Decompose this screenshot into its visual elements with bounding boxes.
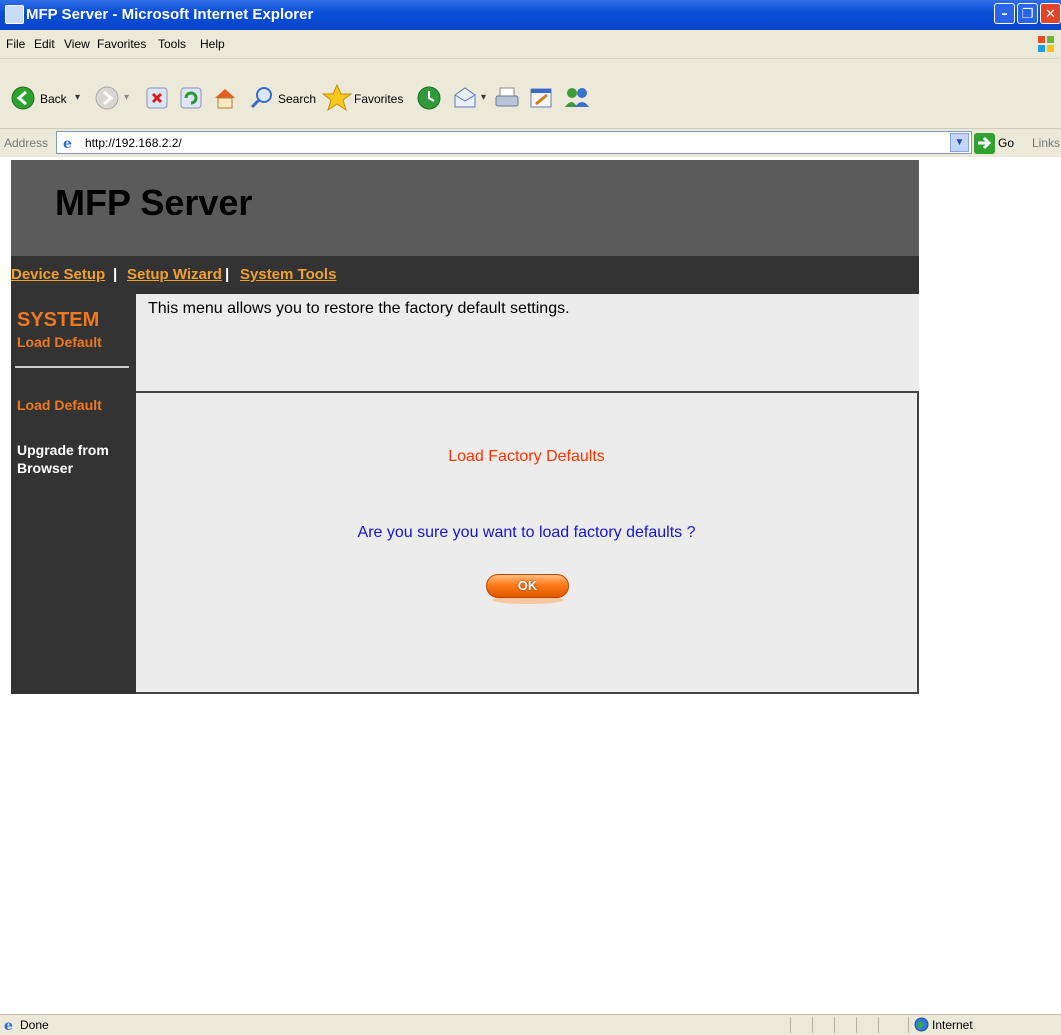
refresh-icon[interactable] <box>180 87 202 109</box>
sidebar-section-title: SYSTEM <box>17 309 100 331</box>
status-divider <box>812 1017 813 1033</box>
page-scrollbar[interactable] <box>1042 158 1061 1014</box>
internet-globe-icon <box>914 1017 929 1032</box>
status-divider <box>834 1017 835 1033</box>
page-banner: MFP Server <box>11 160 919 256</box>
status-divider <box>790 1017 791 1033</box>
favorites-button-label[interactable]: Favorites <box>354 92 403 106</box>
svg-text:e: e <box>4 1018 13 1032</box>
status-bar: e Done Internet <box>0 1014 1061 1035</box>
address-dropdown-icon[interactable]: ▼ <box>950 133 969 152</box>
status-divider <box>878 1017 879 1033</box>
menu-favorites[interactable]: Favorites <box>97 37 146 51</box>
nav-separator: | <box>225 266 230 283</box>
go-button-label[interactable]: Go <box>998 136 1014 150</box>
menu-view[interactable]: View <box>64 37 90 51</box>
close-button[interactable]: ✕ <box>1040 3 1061 24</box>
forward-arrow-icon[interactable] <box>95 86 119 110</box>
description-panel: This menu allows you to restore the fact… <box>136 294 919 393</box>
go-arrow-icon[interactable] <box>974 133 995 154</box>
status-divider <box>908 1017 909 1033</box>
nav-separator: | <box>113 266 118 283</box>
back-arrow-icon[interactable] <box>11 86 35 110</box>
main-panel: Load Factory Defaults Are you sure you w… <box>136 393 919 694</box>
windows-logo-icon <box>1038 36 1054 52</box>
history-icon[interactable] <box>416 85 442 111</box>
security-zone-label: Internet <box>932 1018 973 1032</box>
menu-help[interactable]: Help <box>200 37 225 51</box>
address-input[interactable]: e http://192.168.2.2/ ▼ <box>56 131 972 154</box>
nav-setup-wizard[interactable]: Setup Wizard <box>127 266 222 283</box>
home-icon[interactable] <box>212 85 238 111</box>
forward-dropdown-icon[interactable]: ▾ <box>124 92 129 103</box>
ie-page-icon: e <box>61 135 78 150</box>
menu-file[interactable]: File <box>6 37 25 51</box>
top-nav: Device Setup | Setup Wizard | System Too… <box>11 256 919 294</box>
ie-page-icon: e <box>4 1018 13 1032</box>
status-divider <box>856 1017 857 1033</box>
print-icon[interactable] <box>494 85 520 111</box>
window-title: MFP Server - Microsoft Internet Explorer <box>26 6 314 23</box>
restore-button[interactable]: ❐ <box>1017 3 1038 24</box>
section-heading: Load Factory Defaults <box>448 448 605 465</box>
confirm-question: Are you sure you want to load factory de… <box>357 524 696 541</box>
ok-button[interactable]: OK <box>486 574 569 598</box>
stop-icon[interactable] <box>146 87 168 109</box>
banner-title: MFP Server <box>55 182 253 223</box>
search-button-label[interactable]: Search <box>278 92 316 106</box>
nav-system-tools[interactable]: System Tools <box>240 266 336 283</box>
back-button-label[interactable]: Back <box>40 92 67 106</box>
nav-device-setup[interactable]: Device Setup <box>11 266 105 283</box>
sidebar-section-subtitle: Load Default <box>17 334 102 350</box>
address-url[interactable]: http://192.168.2.2/ <box>85 136 182 150</box>
sidebar: SYSTEM Load Default Load Default Upgrade… <box>11 294 136 694</box>
sidebar-divider <box>15 366 129 368</box>
standard-toolbar: Back ▾ ▾ Search Favorites ▾ <box>0 59 1061 129</box>
messenger-icon[interactable] <box>563 85 591 111</box>
page-description: This menu allows you to restore the fact… <box>148 300 570 317</box>
sidebar-item-upgrade-from-browser[interactable]: Upgrade from Browser <box>17 441 127 477</box>
favorites-star-icon[interactable] <box>322 83 352 113</box>
ie-app-icon <box>5 5 24 24</box>
svg-text:e: e <box>63 136 72 150</box>
edit-icon[interactable] <box>528 85 554 111</box>
links-label[interactable]: Links <box>1032 136 1060 150</box>
status-text: Done <box>20 1018 49 1032</box>
search-icon[interactable] <box>249 85 275 111</box>
menu-bar: File Edit View Favorites Tools Help <box>0 30 1061 59</box>
menu-tools[interactable]: Tools <box>158 37 186 51</box>
sidebar-item-load-default[interactable]: Load Default <box>17 397 102 413</box>
address-label: Address <box>4 136 49 150</box>
minimize-button[interactable]: – <box>994 3 1015 24</box>
back-dropdown-icon[interactable]: ▾ <box>75 92 80 103</box>
mail-dropdown-icon[interactable]: ▾ <box>481 92 486 103</box>
menu-edit[interactable]: Edit <box>34 37 55 51</box>
window-title-bar[interactable]: MFP Server - Microsoft Internet Explorer… <box>0 0 1061 30</box>
mail-icon[interactable] <box>452 85 480 111</box>
